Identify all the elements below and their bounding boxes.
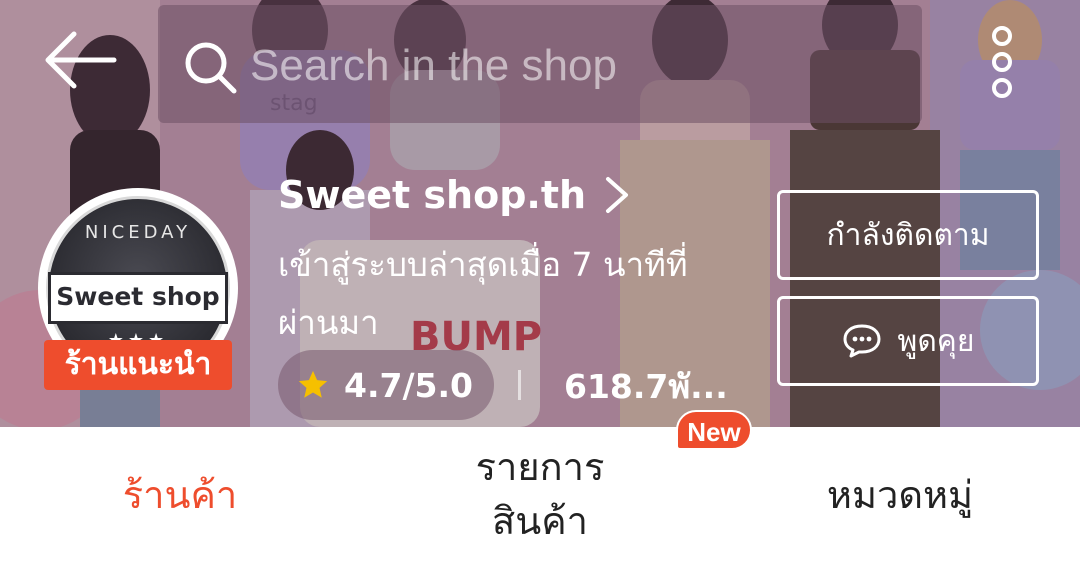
shop-rating[interactable]: 4.7/5.0 [278, 350, 494, 420]
follower-count[interactable]: 618.7พั... [564, 360, 728, 413]
logo-ring-text: NICEDAY [84, 222, 192, 243]
chat-bubble-icon [843, 324, 881, 358]
shop-tab-bar: ร้านค้า รายการ สินค้า หมวดหมู่ [0, 427, 1080, 561]
tab-shop[interactable]: ร้านค้า [0, 427, 360, 561]
chevron-right-icon [606, 177, 629, 213]
star-icon [298, 370, 328, 398]
shop-name-link[interactable]: Sweet shop.th [278, 168, 630, 222]
tab-products-label-line2: สินค้า [492, 499, 588, 543]
last-active-text: เข้าสู่ระบบล่าสุดเมื่อ 7 นาทีที่ผ่านมา [278, 245, 688, 342]
shop-name: Sweet shop.th [278, 173, 587, 217]
shop-search-input[interactable]: Search in the shop [158, 5, 922, 123]
tab-products-label-line1: รายการ [475, 445, 605, 489]
chat-button[interactable]: พูดคุย [777, 296, 1039, 386]
more-options-button[interactable] [980, 24, 1024, 100]
chat-button-label: พูดคุย [897, 323, 975, 359]
search-icon [185, 42, 237, 94]
rating-value: 4.7/5.0 [344, 365, 473, 405]
back-button[interactable] [40, 28, 120, 92]
logo-banner-text: Sweet shop [48, 272, 228, 324]
new-badge: New [676, 410, 752, 450]
search-placeholder: Search in the shop [250, 41, 617, 90]
preferred-shop-badge: ร้านแนะนำ [44, 340, 232, 390]
tab-products[interactable]: รายการ สินค้า [360, 427, 720, 561]
stats-divider [518, 370, 521, 400]
tab-shop-label: ร้านค้า [122, 472, 238, 517]
tab-products-label: รายการ สินค้า [476, 440, 605, 548]
arrow-left-icon [45, 31, 117, 89]
tab-categories[interactable]: หมวดหมู่ [720, 427, 1080, 561]
shop-header-banner: stag BUMP Search in the shop NICEDAY Swe… [0, 0, 1080, 427]
more-vertical-icon [992, 26, 1012, 98]
following-button-label: กำลังติดตาม [826, 217, 990, 253]
tab-categories-label: หมวดหมู่ [826, 472, 974, 517]
following-button[interactable]: กำลังติดตาม [777, 190, 1039, 280]
